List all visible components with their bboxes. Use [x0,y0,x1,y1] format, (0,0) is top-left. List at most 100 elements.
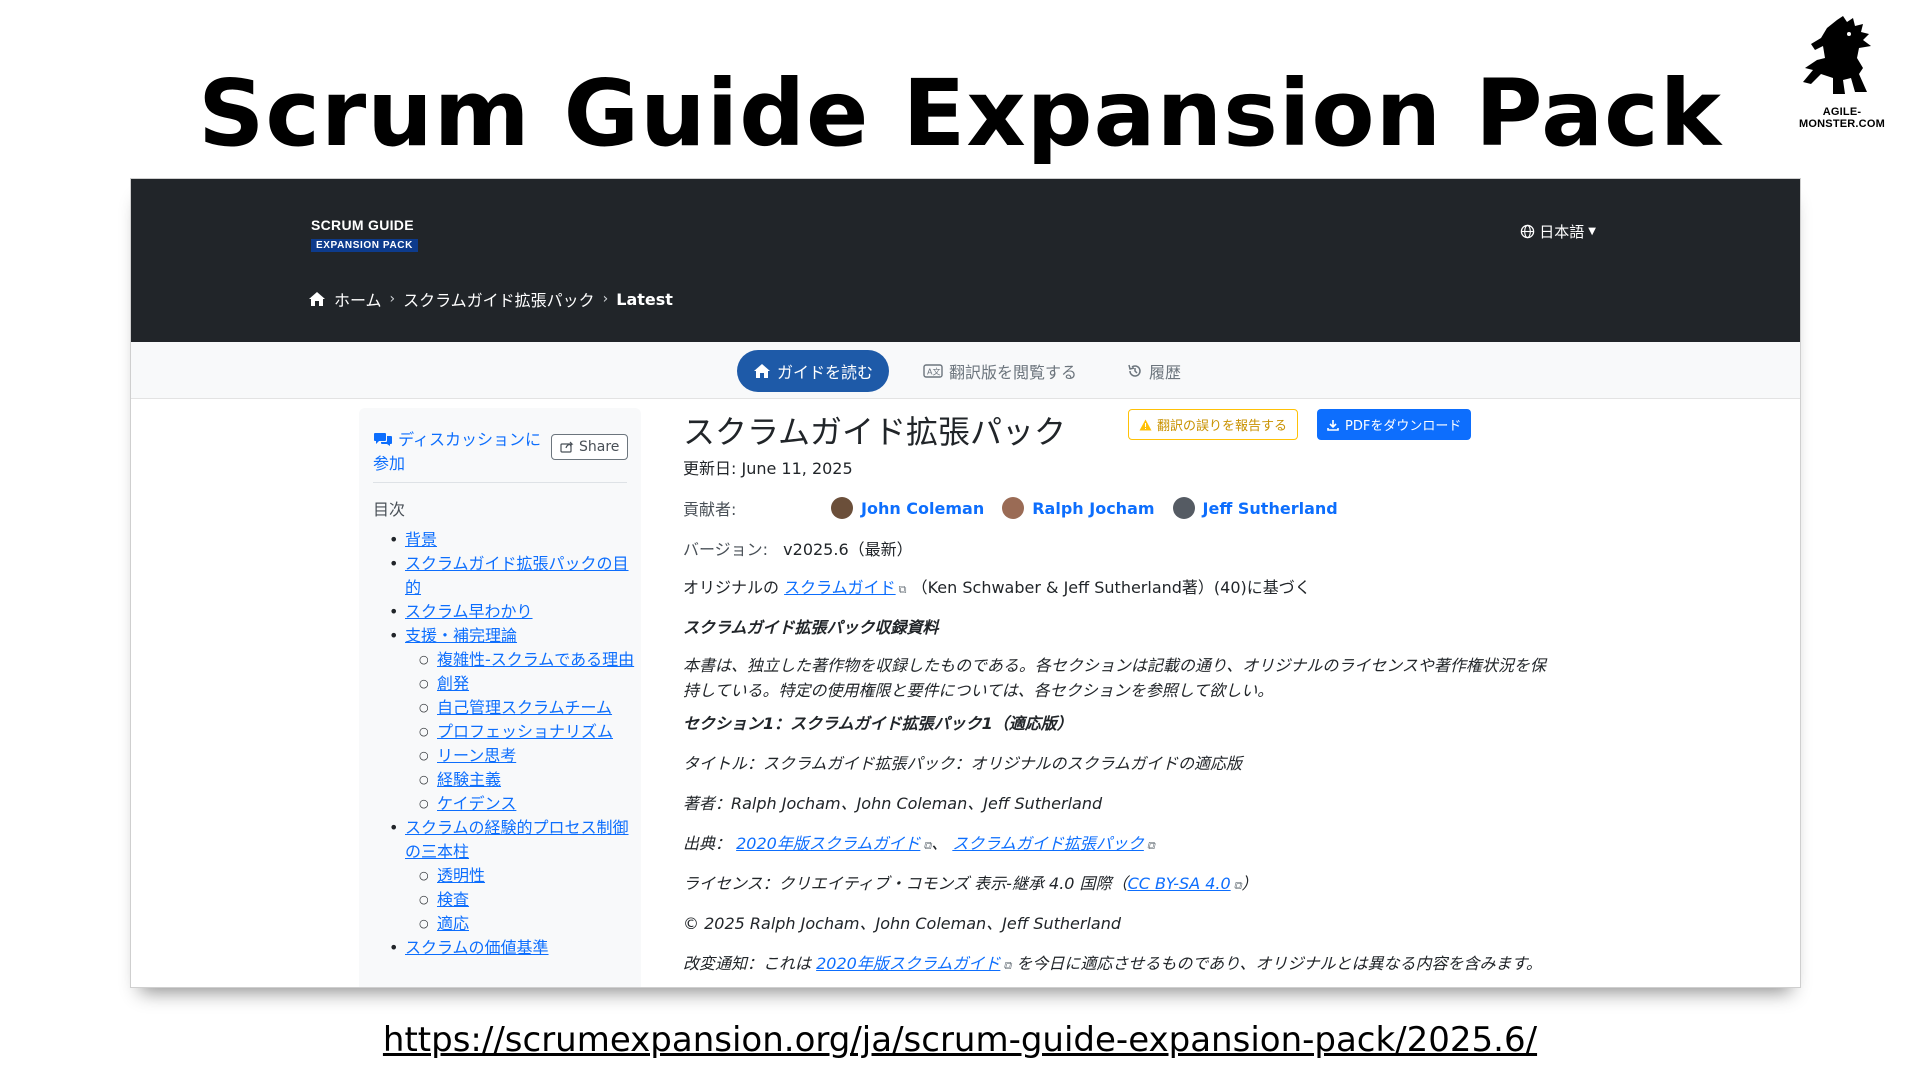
tab-label: 翻訳版を閲覧する [949,363,1078,382]
toc-title: 目次 [373,500,406,519]
scrum-guide-2020-link[interactable]: 2020年版スクラムガイド [736,834,920,853]
share-label: Share [579,439,620,455]
source-url[interactable]: https://scrumexpansion.org/ja/scrum-guid… [0,1020,1920,1060]
brand-line-1: SCRUM GUIDE [311,217,414,233]
avatar [1172,497,1195,519]
version-value: v2025.6（最新） [783,540,913,559]
tab-history[interactable]: 履歴 [1111,350,1197,392]
text: オリジナルの [683,578,780,597]
external-link-icon: ⧉ [1233,879,1242,892]
website-screenshot: SCRUM GUIDE EXPANSION PACK 日本語 ▼ ホーム › ス… [130,178,1801,988]
collection-heading: スクラムガイド拡張パック収録資料 [683,618,939,637]
toc-link[interactable]: スクラムガイド拡張パックの目的 [405,554,629,597]
scrum-guide-2020-link[interactable]: 2020年版スクラムガイド [816,954,1000,973]
toc-link[interactable]: スクラムの価値基準 [405,938,549,957]
caret-down-icon: ▼ [1588,226,1596,237]
toc-link[interactable]: 複雑性-スクラムである理由 [437,650,634,669]
brand-line-2: EXPANSION PACK [311,239,418,252]
divider [373,482,627,483]
toc-item: リーン思考 [373,744,635,768]
section1-heading: セクション1：スクラムガイド拡張パック1（適応版） [683,714,1073,733]
text: 、 [931,834,948,853]
toc-link[interactable]: 経験主義 [437,770,501,789]
toc-link[interactable]: 支援・補完理論 [405,626,517,645]
text: （Ken Schwaber & Jeff Sutherland著）(40)に基づ… [911,578,1311,597]
contributor-name: Jeff Sutherland [1202,498,1338,518]
home-icon [309,292,325,306]
breadcrumb: ホーム › スクラムガイド拡張パック › Latest [308,287,673,311]
cc-by-sa-link[interactable]: CC BY-SA 4.0 [1128,874,1231,893]
chat-icon [374,433,392,446]
breadcrumb-guide[interactable]: スクラムガイド拡張パック [403,287,595,311]
collection-body: 本書は、独立した著作物を収録したものである。各セクションは記載の通り、オリジナル… [683,656,1546,700]
pdf-label: PDFをダウンロード [1345,419,1462,434]
toc-item: プロフェッショナリズム [373,720,635,744]
toc-link[interactable]: 創発 [437,674,469,693]
license-line: ライセンス：クリエイティブ・コモンズ 表示-継承 4.0 国際（CC BY-SA… [683,871,1563,898]
download-pdf-button[interactable]: PDFをダウンロード [1317,409,1472,440]
agile-monster-logo: AGILE-MONSTER.COM [1780,14,1904,130]
history-icon [1128,364,1141,377]
tab-read-guide[interactable]: ガイドを読む [737,350,890,392]
toc-item: スクラム早わかり [373,600,635,624]
site-header: SCRUM GUIDE EXPANSION PACK 日本語 ▼ ホーム › ス… [131,179,1800,342]
translate-icon: A文 [923,364,943,378]
scrum-guide-link[interactable]: スクラムガイド [784,578,896,597]
toc-link[interactable]: 検査 [437,890,469,909]
tab-translations[interactable]: A文 翻訳版を閲覧する [907,350,1093,392]
contributor-link[interactable]: Ralph Jocham [1002,497,1155,519]
sidebar: ディスカッションに参加 Share 目次 背景スクラムガイド拡張パックの目的スク… [359,408,641,987]
discussion-link[interactable]: ディスカッションに参加 [373,428,543,476]
slide-title: Scrum Guide Expansion Pack [198,60,1722,167]
version-label: バージョン: [683,540,769,559]
toc-item: スクラムガイド拡張パックの目的 [373,552,635,600]
contributor-link[interactable]: John Coleman [831,497,984,519]
copyright-line: © 2025 Ralph Jocham、John Coleman、Jeff Su… [683,914,1122,933]
contributor-name: Ralph Jocham [1032,498,1155,518]
toc-item: 支援・補完理論 [373,624,635,648]
tab-label: ガイドを読む [777,363,874,382]
table-of-contents: 背景スクラムガイド拡張パックの目的スクラム早わかり支援・補完理論複雑性-スクラム… [373,528,635,960]
contributor-name: John Coleman [861,498,985,518]
toc-link[interactable]: リーン思考 [437,746,516,765]
toc-item: 透明性 [373,864,635,888]
avatar [831,497,853,519]
site-brand[interactable]: SCRUM GUIDE EXPANSION PACK [311,217,418,252]
toc-link[interactable]: 自己管理スクラムチーム [437,698,612,717]
authors-line: 著者：Ralph Jocham、John Coleman、Jeff Suther… [683,794,1103,813]
version-info: バージョン: v2025.6（最新） [683,536,913,560]
toc-link[interactable]: 透明性 [437,866,485,885]
toc-item: 背景 [373,528,635,552]
download-icon [1327,419,1339,431]
contributors-label: 貢献者: [683,500,737,519]
toc-link[interactable]: 適応 [437,914,469,933]
monster-icon [1803,16,1871,94]
text: ） [1241,874,1258,893]
contributor-link[interactable]: Jeff Sutherland [1172,497,1338,519]
source-line: 出典： 2020年版スクラムガイド ⧉、 スクラムガイド拡張パック ⧉ [683,831,1563,858]
language-selector[interactable]: 日本語 ▼ [1520,221,1596,242]
text: 改変通知：これは [683,954,812,973]
original-source: オリジナルの スクラムガイド ⧉ （Ken Schwaber & Jeff Sut… [683,575,1563,602]
toc-link[interactable]: プロフェッショナリズム [437,722,613,741]
contributors: 貢献者: John Coleman Ralph Jocham Jeff Suth… [683,496,1563,520]
external-link-icon: ⧉ [1003,959,1012,972]
text: ライセンス：クリエイティブ・コモンズ 表示-継承 4.0 国際（ [683,874,1128,893]
toc-item: 検査 [373,888,635,912]
share-icon [560,441,574,453]
notice-line: 改変通知：これは 2020年版スクラムガイド ⧉ を今日に適応させるものであり、オ… [683,951,1553,978]
report-translation-error-button[interactable]: 翻訳の誤りを報告する [1128,409,1299,440]
breadcrumb-separator: › [602,291,609,307]
text: 出典： [683,834,732,853]
toc-item: 創発 [373,672,635,696]
share-button[interactable]: Share [551,434,629,460]
text: を今日に適応させるものであり、オリジナルとは異なる内容を含みます。 [1016,954,1542,973]
expansion-pack-link[interactable]: スクラムガイド拡張パック [952,834,1144,853]
toc-link[interactable]: スクラムの経験的プロセス制御の三本柱 [405,818,629,861]
external-link-icon: ⧉ [898,583,907,596]
toc-link[interactable]: 背景 [405,530,437,549]
toc-link[interactable]: ケイデンス [437,794,516,813]
breadcrumb-separator: › [389,291,396,307]
breadcrumb-home[interactable]: ホーム [334,287,382,311]
toc-link[interactable]: スクラム早わかり [405,602,533,621]
